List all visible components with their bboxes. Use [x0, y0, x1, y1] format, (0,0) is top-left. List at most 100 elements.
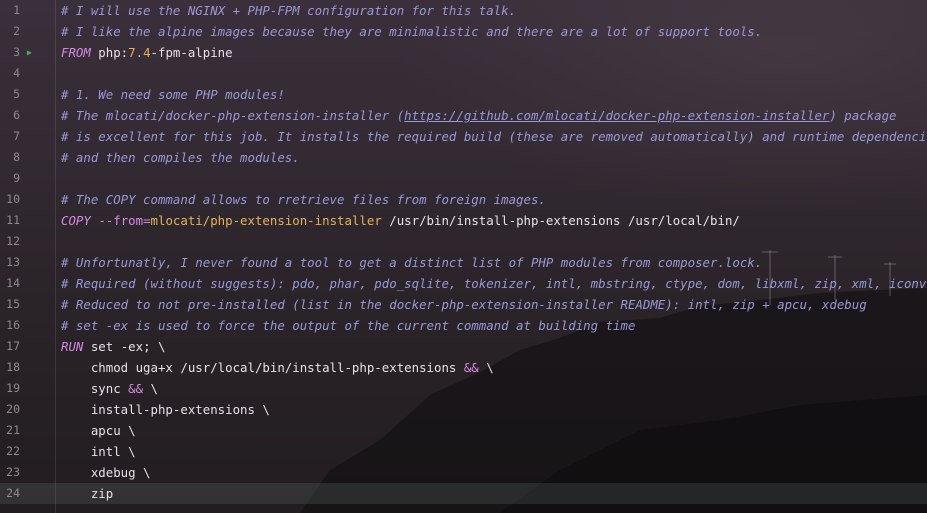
code-token: /usr/bin/install-php-extensions /usr/loc… — [381, 213, 740, 228]
code-line[interactable]: 22 intl \ — [0, 441, 927, 462]
code-token: --from= — [98, 213, 151, 228]
code-text: # 1. We need some PHP modules! — [61, 84, 285, 105]
code-line[interactable]: 11 COPY --from=mlocati/php-extension-inst… — [0, 210, 927, 231]
code-text: install-php-extensions \ — [61, 399, 270, 420]
line-number: 15 — [6, 297, 20, 311]
code-text: # set -ex is used to force the output of… — [61, 315, 635, 336]
code-line[interactable]: 3▶▶FROM php:7.4-fpm-alpine — [0, 42, 927, 63]
code-token: # set -ex is used to force the output of… — [61, 318, 636, 333]
line-number: 20 — [6, 402, 20, 416]
code-line[interactable]: 21 apcu \ — [0, 420, 927, 441]
code-text: # The COPY command allows to rretrieve f… — [61, 189, 546, 210]
line-number: 24 — [6, 486, 20, 500]
code-text: zip — [61, 483, 113, 504]
code-text: intl \ — [61, 441, 136, 462]
code-token: # Reduced to not pre-installed (list in … — [61, 297, 867, 312]
code-token: \ — [143, 381, 158, 396]
line-number: 13 — [6, 255, 20, 269]
code-token: COPY — [61, 213, 91, 228]
line-number: 11 — [6, 213, 20, 227]
code-token: RUN — [61, 339, 84, 354]
line-number: 18 — [6, 360, 20, 374]
code-line[interactable]: 15 # Reduced to not pre-installed (list i… — [0, 294, 927, 315]
code-line[interactable]: 1 # I will use the NGINX + PHP-FPM config… — [0, 0, 927, 21]
line-number: 5 — [13, 87, 20, 101]
code-token: # The mlocati/docker-php-extension-insta… — [61, 108, 405, 123]
code-token: # I like the alpine images because they … — [61, 24, 763, 39]
code-token: zip — [61, 486, 114, 501]
code-token: php: — [90, 45, 129, 60]
code-token: \ — [478, 360, 494, 375]
code-line[interactable]: 4 — [0, 63, 927, 84]
code-line[interactable]: 7 # is excellent for this job. It install… — [0, 126, 927, 147]
code-token: set -ex; \ — [83, 339, 166, 354]
line-number: 21 — [6, 423, 20, 437]
line-number: 7 — [13, 129, 20, 143]
code-token: # Required (without suggests): pdo, phar… — [61, 276, 927, 291]
code-token: # Unfortunatly, I never found a tool to … — [61, 255, 763, 270]
code-text: # and then compiles the modules. — [61, 147, 300, 168]
code-token: && — [128, 381, 144, 396]
code-text: # Required (without suggests): pdo, phar… — [61, 273, 927, 294]
code-text: RUN set -ex; \ — [61, 336, 165, 357]
code-lines: 1 # I will use the NGINX + PHP-FPM config… — [0, 0, 927, 504]
code-token: chmod uga+x /usr/local/bin/install-php-e… — [61, 360, 464, 375]
line-number: 8 — [13, 150, 20, 164]
code-token: && — [463, 360, 479, 375]
code-token: FROM — [61, 45, 91, 60]
code-text: COPY --from=mlocati/php-extension-instal… — [61, 210, 740, 231]
code-line[interactable]: 17 RUN set -ex; \ — [0, 336, 927, 357]
line-number: 1 — [13, 3, 20, 17]
line-number: 17 — [6, 339, 20, 353]
code-text: # I will use the NGINX + PHP-FPM configu… — [61, 0, 516, 21]
code-text: xdebug \ — [61, 462, 151, 483]
code-token: -fpm-alpine — [150, 45, 233, 60]
line-number: 2 — [13, 24, 20, 38]
code-token: 7.4 — [128, 45, 151, 60]
code-token: intl \ — [61, 444, 136, 459]
line-number: 23 — [6, 465, 20, 479]
line-number: 14 — [6, 276, 20, 290]
code-line[interactable]: 12 — [0, 231, 927, 252]
code-line[interactable]: 13 # Unfortunatly, I never found a tool t… — [0, 252, 927, 273]
code-token: # The COPY command allows to rretrieve f… — [61, 192, 546, 207]
code-line[interactable]: 24 zip — [0, 483, 927, 504]
code-line[interactable]: 19 sync && \ — [0, 378, 927, 399]
line-number: 16 — [6, 318, 20, 332]
line-number: 12 — [6, 234, 20, 248]
code-token: xdebug \ — [61, 465, 151, 480]
code-token: sync — [61, 381, 129, 396]
code-line[interactable]: 8 # and then compiles the modules. — [0, 147, 927, 168]
code-token: # and then compiles the modules. — [61, 150, 300, 165]
code-line[interactable]: 16 # set -ex is used to force the output … — [0, 315, 927, 336]
code-line[interactable]: 9 — [0, 168, 927, 189]
code-line[interactable]: 5 # 1. We need some PHP modules! — [0, 84, 927, 105]
code-line[interactable]: 23 xdebug \ — [0, 462, 927, 483]
line-number: 6 — [13, 108, 20, 122]
code-link[interactable]: https://github.com/mlocati/docker-php-ex… — [404, 108, 829, 123]
code-token: ) package — [829, 108, 897, 123]
code-editor[interactable]: 1 # I will use the NGINX + PHP-FPM config… — [0, 0, 927, 513]
code-token: # is excellent for this job. It installs… — [61, 129, 927, 144]
code-text: # Reduced to not pre-installed (list in … — [61, 294, 867, 315]
code-line[interactable]: 18 chmod uga+x /usr/local/bin/install-ph… — [0, 357, 927, 378]
code-text: chmod uga+x /usr/local/bin/install-php-e… — [61, 357, 494, 378]
line-number: 22 — [6, 444, 20, 458]
code-line[interactable]: 20 install-php-extensions \ — [0, 399, 927, 420]
code-text: # I like the alpine images because they … — [61, 21, 762, 42]
code-text: apcu \ — [61, 420, 136, 441]
code-token: install-php-extensions \ — [61, 402, 270, 417]
code-line[interactable]: 10 # The COPY command allows to rretrieve… — [0, 189, 927, 210]
line-number: 19 — [6, 381, 20, 395]
code-text: FROM php:7.4-fpm-alpine — [61, 42, 233, 63]
code-line[interactable]: 2 # I like the alpine images because they… — [0, 21, 927, 42]
code-line[interactable]: 6 # The mlocati/docker-php-extension-inst… — [0, 105, 927, 126]
code-token: # I will use the NGINX + PHP-FPM configu… — [61, 3, 517, 18]
code-token: mlocati/php-extension-installer — [150, 213, 382, 228]
line-number: 9 — [13, 171, 20, 185]
code-token: # 1. We need some PHP modules! — [61, 87, 285, 102]
line-number: 10 — [6, 192, 20, 206]
code-line[interactable]: 14 # Required (without suggests): pdo, ph… — [0, 273, 927, 294]
code-token: apcu \ — [61, 423, 136, 438]
line-number: 3 — [13, 45, 20, 59]
